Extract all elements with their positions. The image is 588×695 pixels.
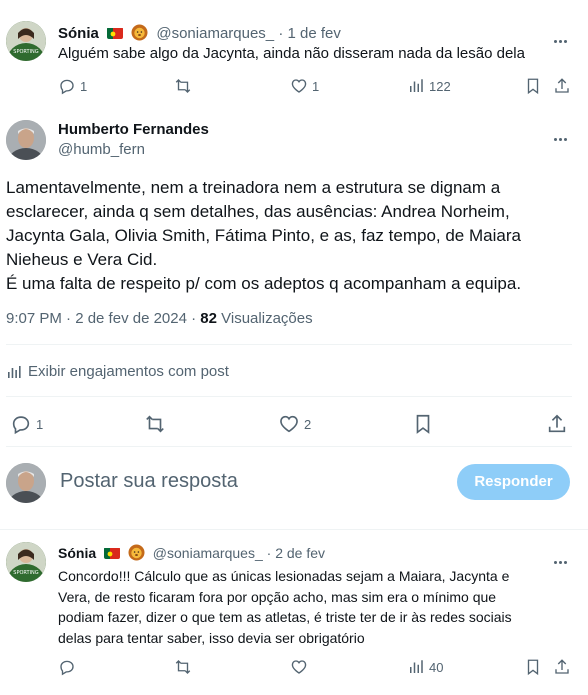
share-button[interactable] [546, 413, 568, 435]
share-button[interactable] [553, 77, 571, 95]
reply-action[interactable]: 1 [58, 77, 87, 95]
post-text-line: Concordo!!! Cálculo que as únicas lesion… [58, 568, 510, 584]
reply-icon [58, 658, 76, 676]
bookmark-icon [524, 658, 542, 676]
view-engagements-link[interactable]: Exibir engajamentos com post [6, 363, 229, 380]
avatar[interactable]: SPORTING [6, 542, 46, 582]
avatar[interactable] [6, 120, 46, 160]
avatar[interactable]: SPORTING [6, 21, 46, 61]
views-count: 40 [429, 659, 444, 675]
heart-icon [278, 413, 300, 435]
repost-icon [174, 77, 192, 95]
more-options-icon[interactable] [553, 30, 568, 48]
repost-action[interactable] [174, 658, 192, 676]
lion-icon [128, 544, 145, 564]
post-text-line: Lamentavelmente, nem a treinadora nem a … [6, 178, 501, 197]
views-action[interactable]: 122 [407, 77, 451, 95]
post-text: Alguém sabe algo da Jacynta, ainda não d… [58, 45, 525, 62]
share-icon [553, 77, 571, 95]
views-count: 82 [200, 310, 217, 327]
views-label: Visualizações [216, 310, 313, 327]
like-action[interactable]: 1 [290, 77, 319, 95]
post-text: Lamentavelmente, nem a treinadora nem a … [6, 176, 521, 296]
portugal-flag-icon [107, 27, 124, 39]
repost-action[interactable] [174, 77, 192, 95]
reply-input[interactable]: Postar sua resposta [60, 470, 238, 493]
post-text-line: delas para tentar saber, isso devia ser … [58, 629, 365, 646]
bookmark-button[interactable] [412, 413, 434, 435]
author-name[interactable]: Sónia [58, 545, 96, 561]
views-count: 122 [429, 78, 451, 94]
reply-button[interactable]: Responder [457, 464, 570, 500]
reply-count: 1 [36, 416, 44, 432]
post-text-line: É uma falta de respeito p/ com os adepto… [6, 274, 522, 293]
post-timestamp[interactable]: 9:07 PM · 2 de fev de 2024 · [6, 310, 200, 327]
like-count: 2 [304, 416, 312, 432]
like-action[interactable] [290, 658, 308, 676]
engagements-label: Exibir engajamentos com post [28, 363, 229, 380]
bookmark-icon [524, 77, 542, 95]
post-text-line: Vera, de resto ficaram fora por opção ac… [58, 588, 497, 605]
author-name[interactable]: Humberto Fernandes [58, 121, 209, 138]
views-icon [407, 658, 425, 676]
post-text-line: Nieheus e Vera Cid. [6, 250, 158, 269]
portugal-flag-icon [104, 547, 121, 559]
reply-action[interactable] [58, 658, 76, 676]
author-handle[interactable]: @humb_fern [58, 141, 145, 158]
bookmark-icon [412, 413, 434, 435]
reply-action[interactable]: 1 [10, 413, 43, 435]
heart-icon [290, 658, 308, 676]
avatar [6, 463, 46, 503]
share-icon [553, 658, 571, 676]
bookmark-button[interactable] [524, 658, 542, 676]
post-text-line: esclarecer, ainda q sem detalhes, das au… [6, 202, 510, 221]
bookmark-button[interactable] [524, 77, 542, 95]
reply-icon [10, 413, 32, 435]
like-count: 1 [312, 78, 320, 94]
post-text-line: Jacynta Gala, Olivia Smith, Fátima Pinto… [6, 226, 521, 245]
reply-icon [58, 77, 76, 95]
reply-composer: Postar sua resposta Responder [0, 447, 588, 529]
post-date[interactable]: 2 de fev [275, 545, 325, 561]
svg-text:SPORTING: SPORTING [13, 49, 39, 55]
repost-icon [144, 413, 166, 435]
repost-icon [174, 658, 192, 676]
like-action[interactable]: 2 [278, 413, 311, 435]
post-meta: 9:07 PM · 2 de fev de 2024 · 82 Visualiz… [6, 310, 313, 327]
views-icon [407, 77, 425, 95]
more-options-icon[interactable] [553, 551, 568, 569]
author-handle[interactable]: @soniamarques_ [156, 25, 274, 42]
tweet-reply-1[interactable]: SPORTING Sónia @soniamarques_ · 1 de fev… [0, 0, 588, 108]
heart-icon [290, 77, 308, 95]
share-button[interactable] [553, 658, 571, 676]
main-post: Humberto Fernandes @humb_fern Lamentavel… [0, 108, 588, 448]
post-date[interactable]: 1 de fev [288, 25, 341, 42]
post-text: Concordo!!! Cálculo que as únicas lesion… [58, 566, 512, 648]
svg-text:SPORTING: SPORTING [13, 570, 39, 576]
share-icon [546, 413, 568, 435]
post-text-line: podiam fazer, dizer o que tem as atletas… [58, 609, 512, 625]
separator: · [278, 25, 284, 42]
lion-icon [131, 24, 148, 45]
tweet-reply-2[interactable]: SPORTING Sónia @soniamarques_ · 2 de fev… [0, 530, 588, 695]
separator: · [266, 545, 272, 561]
analytics-icon [6, 364, 22, 380]
author-handle[interactable]: @soniamarques_ [153, 545, 263, 561]
reply-count: 1 [80, 78, 88, 94]
author-name[interactable]: Sónia [58, 25, 99, 42]
repost-action[interactable] [144, 413, 166, 435]
views-action[interactable]: 40 [407, 658, 443, 676]
more-options-icon[interactable] [553, 128, 568, 146]
